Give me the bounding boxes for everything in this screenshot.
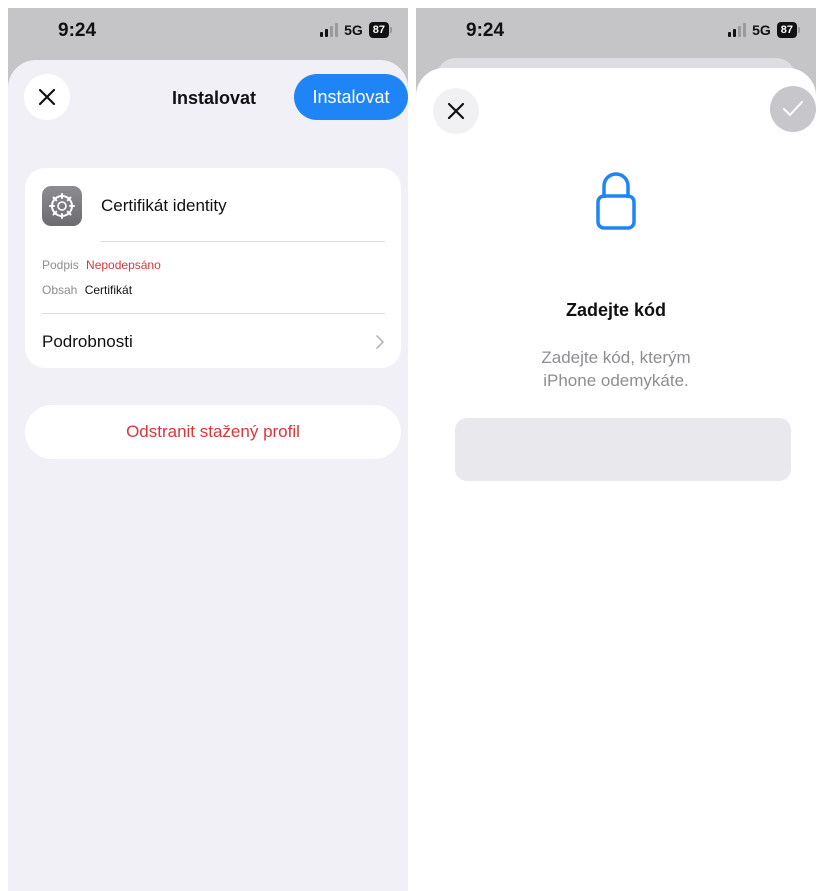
status-indicators: 5G 87 bbox=[728, 22, 800, 38]
battery-tip bbox=[798, 27, 800, 33]
status-time: 9:24 bbox=[58, 20, 97, 41]
passcode-subtitle-line2: iPhone odemykáte. bbox=[543, 371, 689, 390]
divider bbox=[101, 241, 385, 242]
install-sheet: Instalovat Instalovat Certifikát identit… bbox=[8, 60, 408, 891]
content-label: Obsah bbox=[42, 283, 78, 297]
passcode-subtitle-line1: Zadejte kód, kterým bbox=[541, 348, 691, 367]
details-row[interactable]: Podrobnosti bbox=[42, 332, 133, 352]
close-icon bbox=[447, 102, 465, 120]
checkmark-icon bbox=[783, 101, 803, 116]
chevron-right-icon bbox=[376, 335, 385, 349]
passcode-input[interactable] bbox=[455, 418, 791, 481]
signature-row: Podpis Nepodepsáno bbox=[42, 258, 161, 272]
profile-name: Certifikát identity bbox=[101, 196, 227, 215]
confirm-button[interactable] bbox=[770, 86, 816, 132]
content-row: Obsah Certifikát bbox=[42, 283, 132, 297]
status-bar: 9:24 5G 87 bbox=[416, 8, 816, 64]
signature-label: Podpis bbox=[42, 258, 79, 272]
profile-card: Certifikát identity Podpis Nepodepsáno O… bbox=[25, 168, 401, 368]
close-icon bbox=[38, 88, 56, 106]
signal-icon bbox=[728, 23, 747, 37]
lock-icon bbox=[596, 172, 636, 230]
status-indicators: 5G 87 bbox=[320, 22, 392, 38]
signature-value: Nepodepsáno bbox=[86, 258, 161, 272]
close-button[interactable] bbox=[433, 88, 479, 134]
install-button[interactable]: Instalovat bbox=[294, 74, 408, 120]
signal-icon bbox=[320, 23, 339, 37]
settings-gear-icon bbox=[42, 186, 82, 226]
battery-icon: 87 bbox=[776, 22, 797, 38]
network-type: 5G bbox=[752, 22, 771, 38]
status-bar: 9:24 5G 87 bbox=[8, 8, 408, 64]
battery-tip bbox=[390, 27, 392, 33]
battery-icon: 87 bbox=[368, 22, 389, 38]
content-value: Certifikát bbox=[84, 283, 133, 297]
close-button[interactable] bbox=[24, 74, 70, 120]
sheet-title: Instalovat bbox=[172, 88, 257, 108]
passcode-title: Zadejte kód bbox=[565, 300, 667, 320]
status-time: 9:24 bbox=[466, 20, 505, 41]
remove-profile-button[interactable]: Odstranit stažený profil bbox=[25, 405, 401, 459]
passcode-subtitle: Zadejte kód, kterým iPhone odemykáte. bbox=[416, 346, 816, 392]
install-profile-screen: 9:24 5G 87 Instalovat Instalovat Certifi… bbox=[8, 8, 408, 891]
passcode-screen: 9:24 5G 87 Zadejte kód Zadejte kód, kter… bbox=[416, 8, 816, 891]
network-type: 5G bbox=[344, 22, 363, 38]
passcode-sheet: Zadejte kód Zadejte kód, kterým iPhone o… bbox=[416, 68, 816, 891]
divider bbox=[42, 313, 385, 314]
